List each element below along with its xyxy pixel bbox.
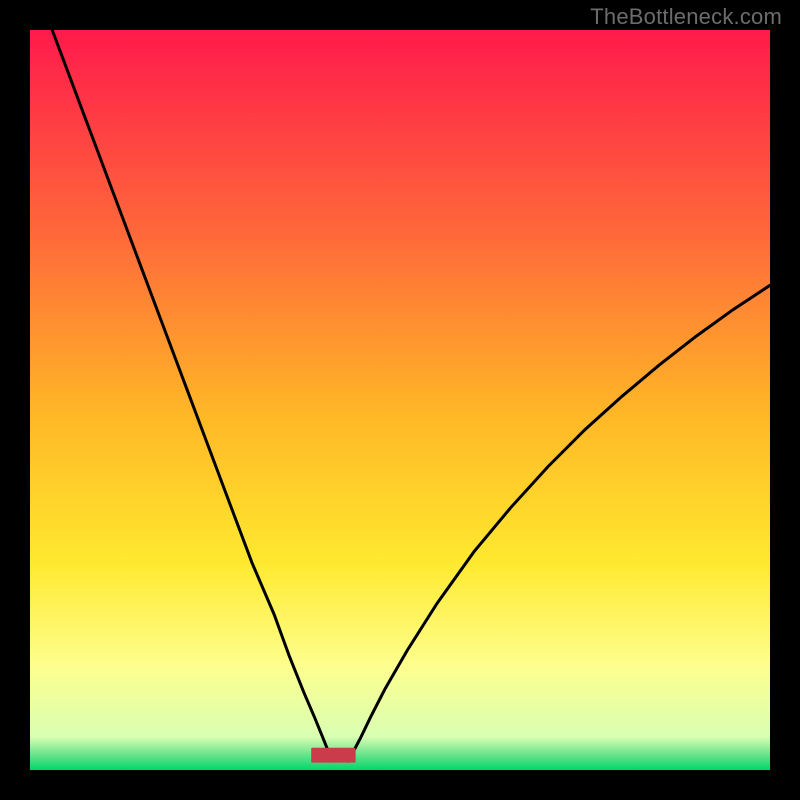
watermark-text: TheBottleneck.com	[590, 4, 782, 30]
outer-frame: TheBottleneck.com	[0, 0, 800, 800]
bottleneck-chart	[30, 30, 770, 770]
plot-area	[30, 30, 770, 770]
optimum-marker	[311, 748, 355, 763]
gradient-background	[30, 30, 770, 770]
